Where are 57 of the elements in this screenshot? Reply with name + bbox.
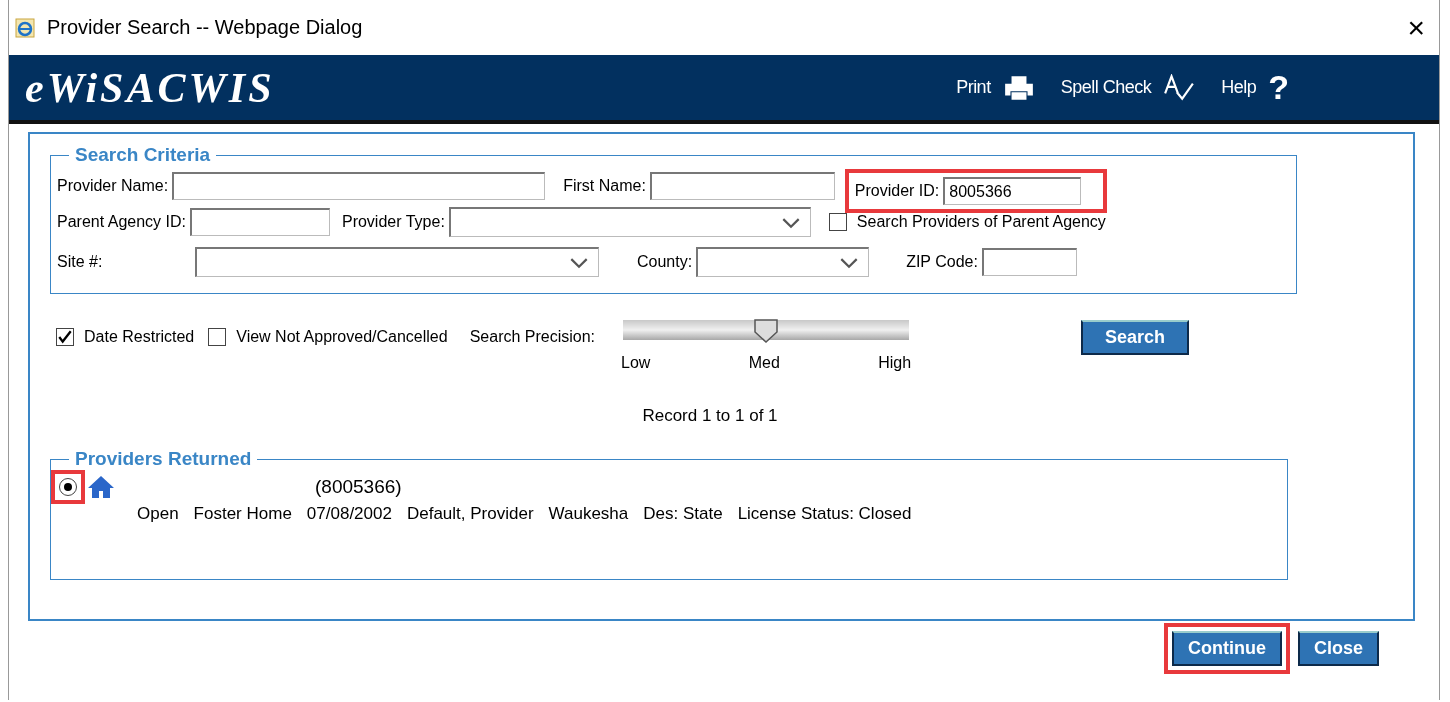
input-field[interactable]: [981, 248, 1077, 276]
printer-icon[interactable]: [1002, 73, 1035, 102]
checkbox-label: Search Providers of Parent Agency: [856, 213, 1106, 231]
provider-detail: 07/08/2002: [306, 504, 392, 524]
section-title: Search Criteria: [74, 144, 212, 166]
search-button[interactable]: Search: [1081, 320, 1190, 355]
tick-label: High: [878, 354, 912, 372]
provider-detail: Waukesha: [548, 504, 629, 524]
field-label: Provider ID:: [854, 182, 940, 200]
toolbar-link[interactable]: Spell Check: [1060, 77, 1152, 98]
provider-detail: Des: State: [643, 504, 723, 524]
tick-label: Low: [621, 354, 651, 372]
radio-button[interactable]: [59, 478, 77, 496]
slider-thumb[interactable]: [753, 318, 780, 344]
field-label: Provider Type:: [341, 213, 445, 231]
checkbox-label: View Not Approved/Cancelled: [236, 328, 448, 346]
section-title: Providers Returned: [74, 448, 253, 470]
checkbox[interactable]: [828, 213, 847, 231]
toolbar-link[interactable]: Help: [1221, 77, 1257, 98]
field-label: Parent Agency ID:: [57, 213, 186, 231]
window-title: Provider Search -- Webpage Dialog: [47, 16, 364, 39]
field-label: First Name:: [563, 177, 646, 195]
toolbar-link[interactable]: Print: [956, 77, 991, 98]
tick-label: Med: [748, 354, 780, 372]
input-field[interactable]: 8005366: [943, 177, 1082, 205]
field-label: County:: [637, 253, 693, 271]
field-label: Search Precision:: [469, 328, 596, 346]
dropdown[interactable]: [696, 247, 870, 277]
chevron-down-icon: [570, 258, 588, 269]
chevron-down-icon: [840, 258, 859, 269]
input-field[interactable]: [649, 172, 835, 200]
field-label: ZIP Code:: [906, 253, 978, 271]
close-button[interactable]: Close: [1297, 631, 1379, 666]
checkbox-label: Date Restricted: [84, 328, 195, 346]
input-field[interactable]: [189, 208, 330, 236]
continue-button[interactable]: Continue: [1171, 631, 1282, 666]
house-icon[interactable]: [87, 475, 115, 499]
chevron-down-icon: [781, 218, 800, 229]
provider-detail: Default, Provider: [406, 504, 534, 524]
dropdown[interactable]: [448, 207, 811, 237]
close-icon[interactable]: ×: [1407, 12, 1425, 43]
checkbox[interactable]: [208, 328, 227, 346]
provider-id: (8005366): [315, 476, 402, 498]
browser-icon: [15, 17, 35, 38]
input-field[interactable]: [172, 172, 546, 200]
checkbox[interactable]: [56, 328, 74, 346]
provider-detail: Foster Home: [193, 504, 292, 524]
field-label: Provider Name:: [57, 177, 169, 195]
record-count: Record 1 to 1 of 1: [641, 406, 779, 426]
slider-track[interactable]: [623, 320, 910, 340]
app-logo: eWiSACWIS: [25, 63, 276, 112]
dropdown[interactable]: [195, 247, 599, 277]
provider-detail: License Status: Closed: [737, 504, 912, 524]
help-icon[interactable]: ?: [1268, 68, 1289, 107]
spellcheck-icon[interactable]: [1163, 73, 1196, 102]
field-label: Site #:: [57, 253, 104, 271]
provider-detail: Open: [137, 504, 179, 524]
